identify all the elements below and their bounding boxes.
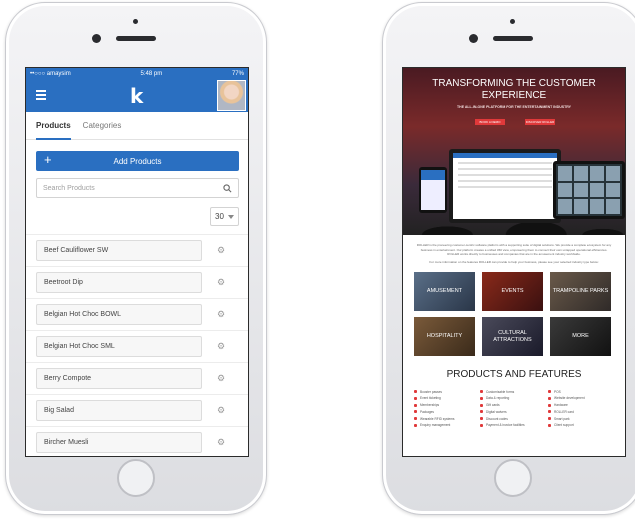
tile-more[interactable]: MORE (550, 317, 611, 356)
list-item: Belgian Hot Choc BOWL ⚙ (26, 298, 248, 330)
add-products-label: Add Products (113, 156, 162, 166)
product-name-field[interactable]: Berry Compote (36, 368, 202, 389)
app-screen: ••○○○ amaysim 5:48 pm 77% k Products Cat… (25, 67, 249, 457)
list-item: Bircher Muesli ⚙ (26, 426, 248, 456)
book-demo-button[interactable]: BOOK A DEMO (475, 119, 505, 125)
clock: 5:48 pm (140, 70, 163, 77)
page-size-value: 30 (215, 212, 224, 221)
tile-trampoline-parks[interactable]: TRAMPOLINE PARKS (550, 272, 611, 311)
app-header: k (26, 79, 248, 112)
front-camera (469, 34, 478, 43)
features-list: Booster passes Customisable forms POS Ev… (414, 389, 614, 428)
feature-item[interactable]: Wearable RFID systems (414, 416, 480, 421)
feature-item[interactable]: ROLLER card (548, 409, 608, 414)
proximity-sensor (133, 19, 138, 24)
gear-icon[interactable]: ⚙ (217, 373, 225, 384)
feature-item[interactable]: Digital waivers (480, 409, 548, 414)
feature-item[interactable]: Enquiry management (414, 423, 480, 428)
list-item: Big Salad ⚙ (26, 394, 248, 426)
gear-icon[interactable]: ⚙ (217, 341, 225, 352)
list-item: Belgian Hot Choc SML ⚙ (26, 330, 248, 362)
product-name-field[interactable]: Belgian Hot Choc BOWL (36, 304, 202, 325)
gear-icon[interactable]: ⚙ (217, 277, 225, 288)
chevron-down-icon (227, 214, 234, 219)
page-size-container: 30 (26, 207, 239, 226)
search-input[interactable]: Search Products (36, 178, 239, 198)
gear-icon[interactable]: ⚙ (217, 437, 225, 448)
feature-item[interactable]: Client support (548, 423, 608, 428)
gear-icon[interactable]: ⚙ (217, 245, 225, 256)
earpiece-speaker (116, 36, 156, 41)
product-name-field[interactable]: Beetroot Dip (36, 272, 202, 293)
feature-item[interactable]: Event ticketing (414, 396, 480, 401)
tab-categories[interactable]: Categories (83, 112, 122, 140)
monitor-image (449, 149, 561, 223)
app-logo: k (130, 84, 144, 108)
tile-amusement[interactable]: AMUSEMENT (414, 272, 475, 311)
discover-roller-button[interactable]: DISCOVER ROLLER (525, 119, 555, 125)
intro-paragraph: For more information on the features ROL… (429, 259, 599, 264)
status-bar: ••○○○ amaysim 5:48 pm 77% (26, 68, 248, 79)
product-name-field[interactable]: Beef Cauliflower SW (36, 240, 202, 261)
feature-item[interactable]: Customisable forms (480, 389, 548, 394)
plus-icon: + (44, 152, 52, 167)
search-icon[interactable] (223, 183, 232, 193)
front-camera (92, 34, 101, 43)
features-heading: PRODUCTS AND FEATURES (446, 369, 582, 380)
hero-subtitle: THE ALL-IN-ONE PLATFORM FOR THE ENTERTAI… (457, 105, 571, 109)
feature-item[interactable]: Discount codes (480, 416, 548, 421)
feature-item[interactable]: Payment & invoice facilities (480, 423, 548, 428)
feature-item[interactable]: Data & reporting (480, 396, 548, 401)
pos-terminal-image (553, 161, 625, 219)
feature-item[interactable]: Website development (548, 396, 608, 401)
tablet-image (419, 167, 447, 213)
feature-item[interactable]: Packages (414, 409, 480, 414)
feature-item[interactable]: Memberships (414, 403, 480, 408)
home-button[interactable] (494, 459, 532, 497)
proximity-sensor (510, 19, 515, 24)
add-products-button[interactable]: + Add Products (36, 151, 239, 171)
intro-text: ROLLER is the pioneering customer-centri… (403, 235, 625, 264)
tile-hospitality[interactable]: HOSPITALITY (414, 317, 475, 356)
gear-icon[interactable]: ⚙ (217, 405, 225, 416)
tile-events[interactable]: EVENTS (482, 272, 543, 311)
industry-tiles: AMUSEMENT EVENTS TRAMPOLINE PARKS HOSPIT… (414, 272, 614, 356)
device-mockups (417, 149, 625, 231)
hero-banner: TRANSFORMING THE CUSTOMER EXPERIENCE THE… (403, 68, 625, 235)
list-item: Beetroot Dip ⚙ (26, 266, 248, 298)
feature-item[interactable]: Smart park (548, 416, 608, 421)
product-name-field[interactable]: Big Salad (36, 400, 202, 421)
hero-title: TRANSFORMING THE CUSTOMER EXPERIENCE (432, 78, 596, 101)
tile-cultural-attractions[interactable]: CULTURAL ATTRACTIONS (482, 317, 543, 356)
product-name-field[interactable]: Bircher Muesli (36, 432, 202, 453)
user-avatar[interactable] (217, 80, 246, 111)
gear-icon[interactable]: ⚙ (217, 309, 225, 320)
phone-frame-left: ••○○○ amaysim 5:48 pm 77% k Products Cat… (5, 2, 267, 515)
tab-bar: Products Categories (26, 112, 248, 140)
product-name-field[interactable]: Belgian Hot Choc SML (36, 336, 202, 357)
list-item: Berry Compote ⚙ (26, 362, 248, 394)
battery-label: 77% (231, 70, 244, 77)
product-list: Beef Cauliflower SW ⚙ Beetroot Dip ⚙ Belgi… (26, 234, 248, 456)
phone-frame-right: TRANSFORMING THE CUSTOMER EXPERIENCE THE… (382, 2, 635, 515)
home-button[interactable] (117, 459, 155, 497)
feature-item[interactable]: Gift cards (480, 403, 548, 408)
hamburger-menu-icon[interactable] (36, 90, 46, 102)
feature-item[interactable]: POS (548, 389, 608, 394)
search-placeholder: Search Products (43, 184, 95, 192)
website-screen: TRANSFORMING THE CUSTOMER EXPERIENCE THE… (402, 67, 626, 457)
earpiece-speaker (493, 36, 533, 41)
tab-products[interactable]: Products (36, 112, 71, 140)
intro-paragraph: ROLLER is the pioneering customer-centri… (416, 243, 612, 256)
page-size-select[interactable]: 30 (210, 207, 239, 226)
list-item: Beef Cauliflower SW ⚙ (26, 234, 248, 266)
feature-item[interactable]: Booster passes (414, 389, 480, 394)
carrier-label: ••○○○ amaysim (30, 70, 71, 77)
feature-item[interactable]: Hardware (548, 403, 608, 408)
